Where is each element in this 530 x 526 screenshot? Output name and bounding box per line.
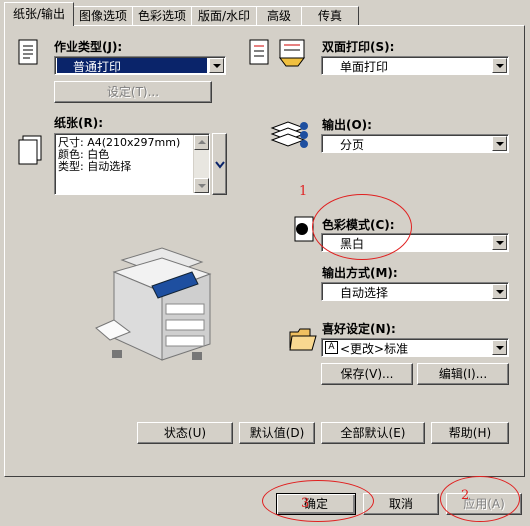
job-settings-button[interactable]: 设定(T)... [54, 81, 212, 103]
chevron-down-icon[interactable] [492, 136, 507, 151]
favorites-label: 喜好设定(N): [322, 322, 396, 336]
chevron-down-icon[interactable] [492, 235, 507, 250]
status-button[interactable]: 状态(U) [137, 422, 233, 444]
help-button[interactable]: 帮助(H) [431, 422, 509, 444]
favorites-select[interactable]: A <更改>标准 [321, 338, 509, 357]
duplex-select[interactable]: 单面打印 [321, 56, 509, 75]
paper-scrollbar[interactable] [193, 135, 209, 193]
duplex-icon [248, 38, 308, 68]
folder-icon [288, 324, 318, 354]
chevron-down-icon[interactable] [209, 58, 224, 73]
cancel-button[interactable]: 取消 [363, 493, 439, 515]
tab-layout-watermark[interactable]: 版面/水印 [191, 6, 257, 25]
job-type-select[interactable]: 普通打印 [54, 56, 226, 75]
output-value: 分页 [340, 138, 365, 152]
save-favorite-button[interactable]: 保存(V)... [321, 363, 413, 385]
job-type-value: 普通打印 [57, 58, 207, 74]
job-type-label: 作业类型(J): [54, 40, 123, 54]
edit-favorite-button[interactable]: 编辑(I)... [417, 363, 509, 385]
tab-fax[interactable]: 传真 [301, 6, 359, 25]
scroll-down-icon[interactable] [194, 178, 209, 193]
annotation-ellipse-3 [262, 480, 374, 522]
output-select[interactable]: 分页 [321, 134, 509, 153]
chevron-down-icon[interactable] [492, 284, 507, 299]
annotation-ellipse-1 [312, 194, 412, 260]
output-label: 输出(O): [322, 118, 372, 132]
paper-label: 纸张(R): [54, 116, 104, 130]
duplex-value: 单面打印 [340, 60, 389, 74]
duplex-label: 双面打印(S): [322, 40, 395, 54]
defaults-button[interactable]: 默认值(D) [239, 422, 315, 444]
favorites-value: <更改>标准 [340, 342, 409, 356]
tab-advanced[interactable]: 高级 [256, 6, 302, 25]
chevron-down-icon[interactable] [492, 58, 507, 73]
annotation-number-2: 2 [461, 488, 470, 503]
annotation-number-1: 1 [299, 184, 308, 199]
tab-paper-output[interactable]: 纸张/输出 [4, 2, 74, 26]
printer-image [92, 240, 216, 380]
paper-icon [16, 134, 46, 168]
annotation-number-3: 3 [301, 496, 310, 511]
paper-dropdown-button[interactable] [212, 133, 227, 195]
annotation-ellipse-2 [440, 476, 520, 522]
chevron-down-icon[interactable] [492, 340, 507, 355]
collate-icon [270, 118, 312, 152]
all-defaults-button[interactable]: 全部默认(E) [321, 422, 425, 444]
tab-color-options[interactable]: 色彩选项 [132, 6, 192, 25]
paper-type-line: 类型: 自动选择 [58, 160, 132, 173]
output-method-value: 自动选择 [340, 286, 389, 300]
tab-image-options[interactable]: 图像选项 [73, 6, 133, 25]
paper-info-list[interactable]: 尺寸: A4(210x297mm) 颜色: 白色 类型: 自动选择 [54, 133, 210, 195]
output-method-select[interactable]: 自动选择 [321, 282, 509, 301]
scroll-up-icon[interactable] [194, 135, 209, 150]
favorite-type-icon: A [325, 341, 338, 354]
job-type-icon [16, 38, 42, 68]
output-method-label: 输出方式(M): [322, 266, 398, 280]
